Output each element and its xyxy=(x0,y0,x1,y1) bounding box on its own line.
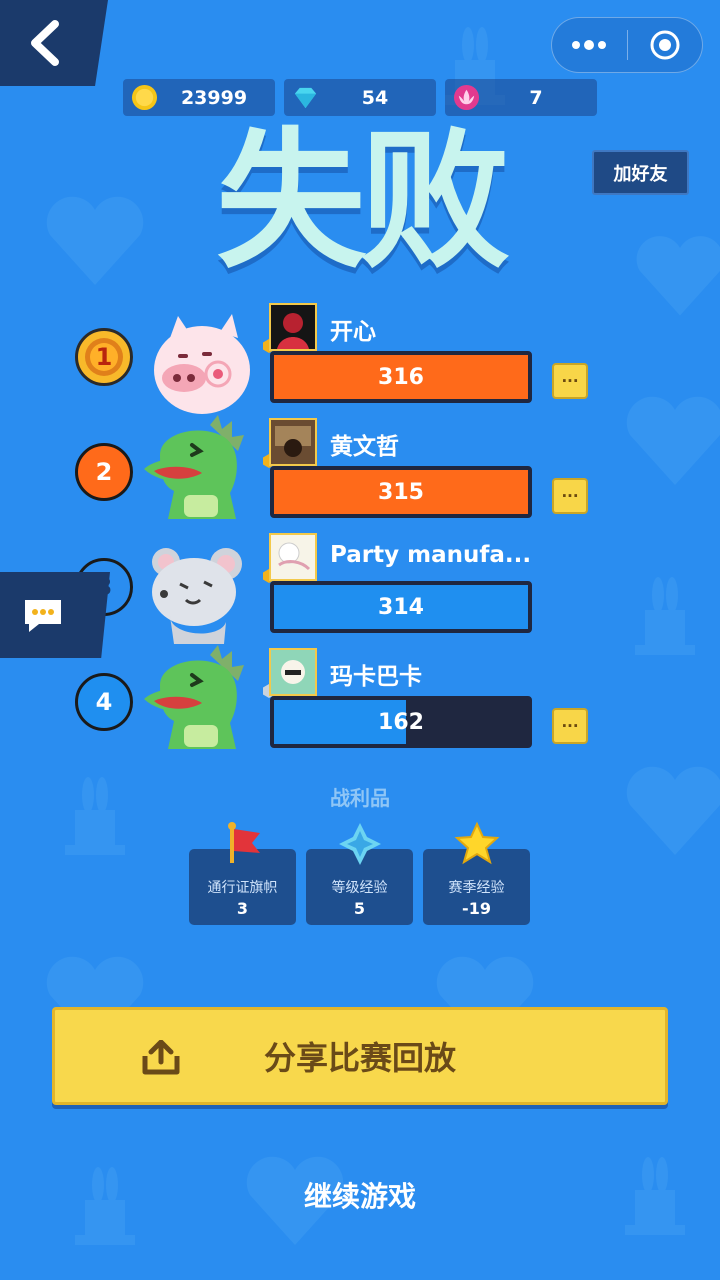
score-bar: 314 xyxy=(270,581,532,633)
lotus-icon xyxy=(453,84,480,111)
score-bar: 162 xyxy=(270,696,532,748)
player-avatar[interactable] xyxy=(269,533,317,581)
gold-coin-icon xyxy=(131,84,158,111)
currency-diamond: 54 xyxy=(284,79,436,116)
reward-value: 5 xyxy=(353,899,366,918)
player-row-2: 2 黄文哲 315 ··· xyxy=(0,415,720,530)
player-name: 黄文哲 xyxy=(330,434,399,460)
score-value: 315 xyxy=(378,479,424,505)
player-avatar[interactable] xyxy=(269,418,317,466)
player-more-button[interactable]: ··· xyxy=(552,363,588,399)
reward-value: 3 xyxy=(236,899,249,918)
dinosaur-character-icon xyxy=(144,645,244,749)
player-more-button[interactable]: ··· xyxy=(552,478,588,514)
pig-character-icon xyxy=(154,314,250,414)
player-name: 玛卡巴卡 xyxy=(330,664,422,690)
player-name: Party manufa... xyxy=(330,542,532,568)
result-title: 失败 xyxy=(175,122,545,287)
star-icon xyxy=(454,821,499,865)
rank-badge: 2 xyxy=(75,443,133,501)
player-more-button[interactable]: ··· xyxy=(552,708,588,744)
rank-badge: 4 xyxy=(75,673,133,731)
player-name: 开心 xyxy=(330,319,376,345)
share-replay-button[interactable]: 分享比赛回放 xyxy=(52,1007,668,1105)
rank-badge-gold: 1 xyxy=(75,328,133,386)
reward-value: -19 xyxy=(462,899,491,918)
currency-lotus: 7 xyxy=(445,79,597,116)
player-avatar[interactable] xyxy=(269,303,317,351)
score-bar: 315 xyxy=(270,466,532,518)
reward-card-level-exp: 等级经验 5 xyxy=(306,823,413,925)
crystal-icon xyxy=(338,823,381,865)
chat-button[interactable] xyxy=(0,572,110,658)
mouse-character-icon xyxy=(152,548,242,644)
reward-card-flag: 通行证旗帜 3 xyxy=(189,822,296,925)
rewards-title: 战利品 xyxy=(330,786,390,810)
rank-number: 1 xyxy=(95,343,113,371)
continue-game-button[interactable]: 继续游戏 xyxy=(0,1175,720,1215)
share-replay-label: 分享比赛回放 xyxy=(263,1039,456,1077)
mini-program-capsule xyxy=(551,17,703,73)
diamond-icon xyxy=(294,87,317,109)
flag-icon xyxy=(227,822,260,863)
dots-icon xyxy=(572,40,607,50)
chat-bubble-icon xyxy=(25,600,61,632)
reward-card-season-exp: 赛季经验 -19 xyxy=(423,821,530,925)
score-value: 316 xyxy=(378,364,424,390)
player-avatar[interactable] xyxy=(269,648,317,696)
more-menu-button[interactable] xyxy=(552,18,627,72)
back-button[interactable] xyxy=(0,0,108,86)
score-value: 314 xyxy=(378,594,424,620)
currency-gold: 23999 xyxy=(123,79,275,116)
score-bar: 316 xyxy=(270,351,532,403)
dinosaur-character-icon xyxy=(144,415,244,519)
reward-label: 等级经验 xyxy=(331,880,388,896)
close-miniprogram-button[interactable] xyxy=(628,18,703,72)
heart-decoration-icon xyxy=(40,190,150,290)
reward-label: 通行证旗帜 xyxy=(207,880,278,896)
player-row-4: 4 玛卡巴卡 162 ··· xyxy=(0,645,720,760)
target-circle-icon xyxy=(650,30,680,60)
chevron-left-icon xyxy=(31,20,59,66)
reward-label: 赛季经验 xyxy=(448,880,505,896)
score-value: 162 xyxy=(378,709,424,735)
result-title-text: 失败 xyxy=(215,115,510,289)
player-row-1: 1 开心 316 ··· xyxy=(0,300,720,415)
add-friend-button[interactable]: 加好友 xyxy=(592,150,689,195)
